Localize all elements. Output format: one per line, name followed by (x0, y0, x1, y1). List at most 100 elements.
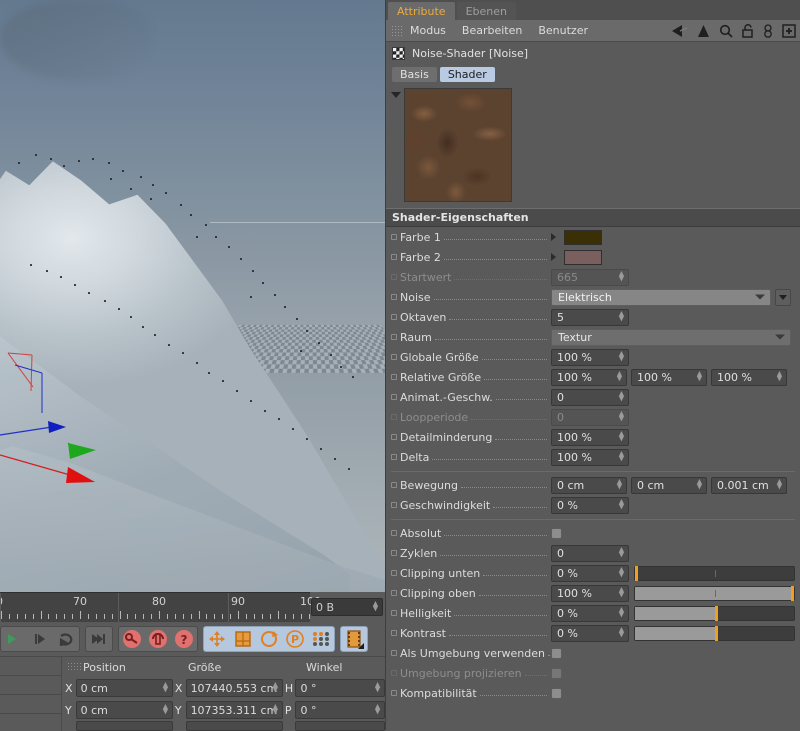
property-toggle-bullet[interactable] (391, 374, 397, 380)
property-toggle-bullet[interactable] (391, 550, 397, 556)
position-x-field[interactable]: 0 cm ▲ ▼ (75, 679, 173, 697)
transform-tools-group[interactable]: P (203, 626, 335, 652)
number-field[interactable]: 100 % ▲ ▼ (551, 428, 629, 446)
spinner-icon[interactable]: ▲ ▼ (618, 586, 625, 599)
slider-knob[interactable] (714, 625, 718, 641)
property-toggle-bullet[interactable] (391, 502, 397, 508)
spinner-icon[interactable]: ▲ ▼ (162, 681, 169, 694)
angle-p-field[interactable]: 0 ° ▲ ▼ (295, 701, 386, 719)
property-toggle-bullet[interactable] (391, 690, 397, 696)
axis-gizmo[interactable] (0, 335, 200, 515)
spinner-icon[interactable]: ▲ ▼ (618, 390, 625, 403)
position-y-field[interactable]: 0 cm ▲ ▼ (75, 701, 173, 719)
points-icon[interactable] (308, 627, 334, 651)
spinner-icon[interactable]: ▲ ▼ (272, 681, 279, 694)
chevron-down-icon[interactable] (755, 294, 765, 300)
unlock-icon[interactable] (742, 24, 754, 38)
color-swatch[interactable] (564, 249, 602, 265)
property-toggle-bullet[interactable] (391, 254, 397, 260)
checkbox[interactable] (551, 527, 562, 539)
slider-knob[interactable] (791, 585, 794, 601)
scale-icon[interactable] (230, 627, 256, 651)
question-key-icon[interactable]: ? (171, 627, 197, 651)
spinner-icon[interactable]: ▲ ▼ (272, 703, 279, 716)
timeline-ruler[interactable]: 0708090100 (0, 592, 321, 623)
number-field-1[interactable]: 100 % ▲ ▼ (551, 368, 627, 386)
expand-triangle-icon[interactable] (551, 233, 556, 241)
spinner-icon[interactable]: ▲ ▼ (618, 450, 625, 463)
checkbox[interactable] (551, 687, 562, 699)
color-swatch[interactable] (564, 229, 602, 245)
autokey-icon[interactable] (145, 627, 171, 651)
spinner-icon[interactable]: ▲ ▼ (618, 270, 625, 283)
number-field[interactable]: 0 % ▲ ▼ (551, 496, 629, 514)
spinner-icon[interactable]: ▲ ▼ (618, 626, 625, 639)
collapse-triangle-icon[interactable] (391, 92, 401, 98)
tab-attribute[interactable]: Attribute (388, 2, 455, 20)
property-toggle-bullet[interactable] (391, 650, 397, 656)
size-x-field[interactable]: 107440.553 cm ▲ ▼ (185, 679, 283, 697)
checkbox[interactable] (551, 667, 562, 679)
number-field[interactable]: 0 % ▲ ▼ (551, 624, 629, 642)
spinner-icon[interactable]: ▲ ▼ (618, 310, 625, 323)
record-group[interactable]: ? (118, 626, 198, 652)
end-group[interactable] (85, 626, 113, 652)
spinner-icon[interactable]: ▲ ▼ (618, 566, 625, 579)
property-toggle-bullet[interactable] (391, 570, 397, 576)
noise-preset-button[interactable] (775, 288, 791, 306)
property-toggle-bullet[interactable] (391, 434, 397, 440)
dropdown-noise-type[interactable]: Elektrisch (551, 288, 771, 306)
spinner-icon[interactable]: ▲ ▼ (374, 681, 381, 694)
menu-modus[interactable]: Modus (410, 24, 446, 37)
property-toggle-bullet[interactable] (391, 482, 397, 488)
back-arrow-icon[interactable] (670, 24, 688, 38)
slider-track[interactable] (634, 565, 795, 581)
render-view-icon[interactable] (341, 627, 367, 651)
frame-field[interactable]: 0 B ▲ ▼ (311, 598, 383, 616)
property-toggle-bullet[interactable] (391, 354, 397, 360)
plus-box-icon[interactable] (782, 24, 796, 38)
spinner-icon[interactable]: ▲ ▼ (162, 703, 169, 716)
property-toggle-bullet[interactable] (391, 234, 397, 240)
key-record-icon[interactable] (119, 627, 145, 651)
number-field[interactable]: 0 % ▲ ▼ (551, 604, 629, 622)
up-arrow-icon[interactable] (697, 24, 710, 38)
move-icon[interactable] (204, 627, 230, 651)
size-y-field[interactable]: 107353.311 cm ▲ ▼ (185, 701, 283, 719)
number-field[interactable]: 100 % ▲ ▼ (551, 348, 629, 366)
property-toggle-bullet[interactable] (391, 670, 397, 676)
drag-grip-icon[interactable] (67, 662, 83, 672)
number-field-2[interactable]: 100 % ▲ ▼ (631, 368, 707, 386)
property-toggle-bullet[interactable] (391, 314, 397, 320)
render-group[interactable] (340, 626, 368, 652)
property-toggle-bullet[interactable] (391, 394, 397, 400)
rotate-icon[interactable] (256, 627, 282, 651)
tab-ebenen[interactable]: Ebenen (456, 2, 516, 20)
number-field[interactable]: 0 % ▲ ▼ (551, 564, 629, 582)
noise-preview-image[interactable] (404, 88, 512, 202)
drag-grip-icon[interactable] (391, 25, 404, 36)
spinner-icon[interactable]: ▲ ▼ (374, 703, 381, 716)
link-icon[interactable] (763, 24, 773, 38)
slider-track[interactable] (634, 625, 795, 641)
number-field[interactable]: 0 ▲ ▼ (551, 408, 629, 426)
spinner-icon[interactable]: ▲ ▼ (776, 370, 783, 383)
property-toggle-bullet[interactable] (391, 630, 397, 636)
expand-triangle-icon[interactable] (551, 253, 556, 261)
search-icon[interactable] (719, 24, 733, 38)
play-icon[interactable] (1, 627, 27, 651)
number-field[interactable]: 100 % ▲ ▼ (551, 448, 629, 466)
number-field[interactable]: 0 ▲ ▼ (551, 388, 629, 406)
tab-shader[interactable]: Shader (439, 66, 495, 82)
step-forward-icon[interactable] (27, 627, 53, 651)
spinner-icon[interactable]: ▲ ▼ (618, 410, 625, 423)
angle-h-field[interactable]: 0 ° ▲ ▼ (295, 679, 386, 697)
chevron-down-icon[interactable] (775, 334, 785, 340)
spinner-icon[interactable]: ▲ ▼ (372, 600, 379, 613)
go-to-end-icon[interactable] (86, 627, 112, 651)
menu-bearbeiten[interactable]: Bearbeiten (462, 24, 522, 37)
property-toggle-bullet[interactable] (391, 610, 397, 616)
spinner-icon[interactable]: ▲ ▼ (618, 498, 625, 511)
spinner-icon[interactable]: ▲ ▼ (616, 370, 623, 383)
checkbox[interactable] (551, 647, 562, 659)
